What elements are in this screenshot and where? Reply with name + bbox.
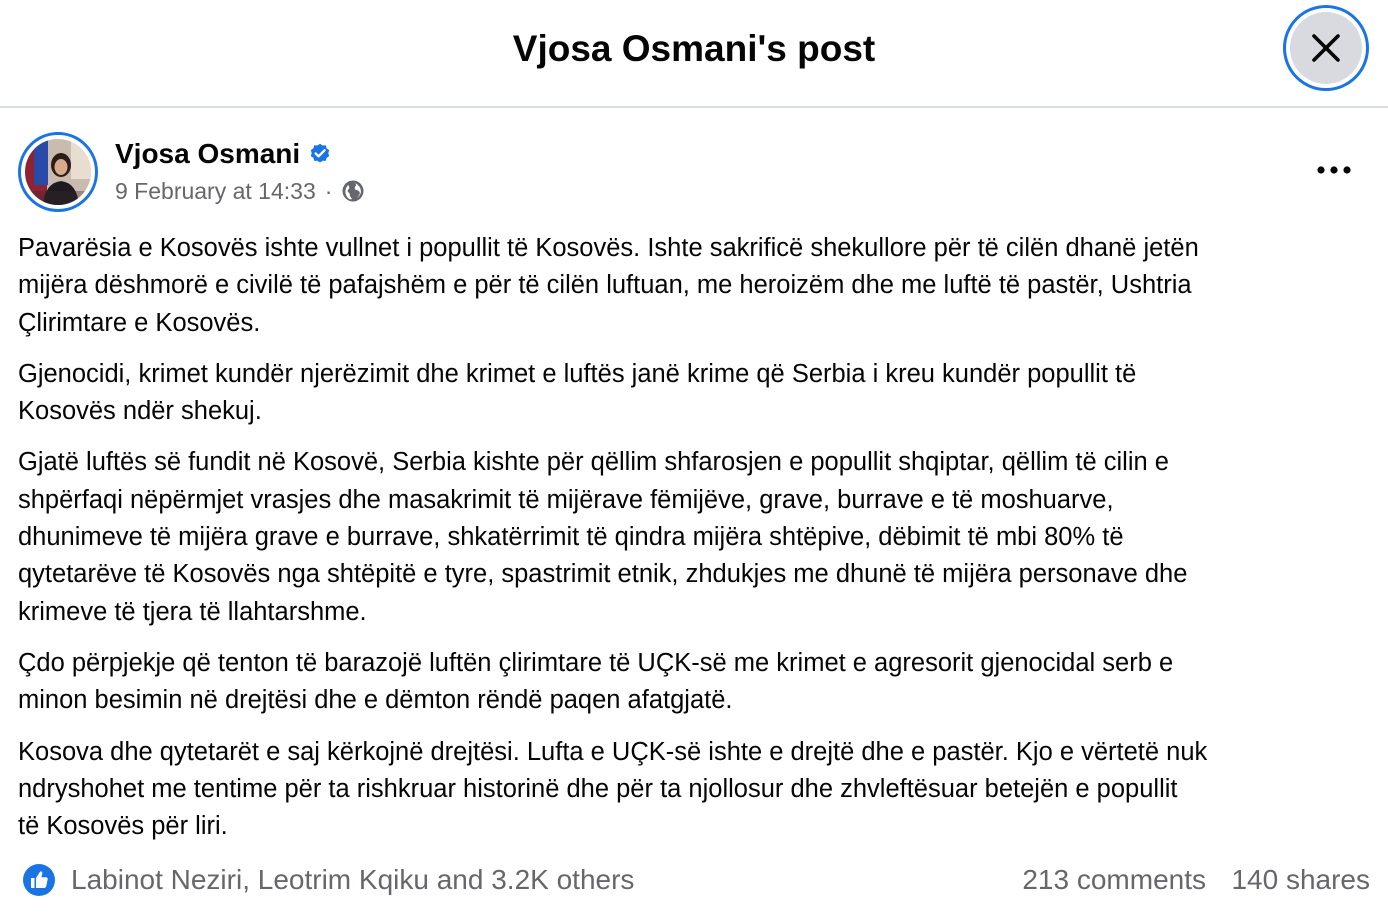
post-timestamp[interactable]: 9 February at 14:33	[115, 176, 316, 206]
author-avatar[interactable]	[18, 132, 98, 212]
post-body: Pavarësia e Kosovës ishte vullnet i popu…	[18, 230, 1370, 859]
post-paragraph: Çdo përpjekje që tenton të barazojë luft…	[18, 645, 1370, 720]
avatar-image[interactable]	[25, 139, 91, 205]
post-line: mijëra dëshmorë e civilë të pafajshëm e …	[18, 271, 1192, 300]
author-name[interactable]: Vjosa Osmani	[115, 136, 300, 172]
meta-separator: ·	[324, 178, 333, 204]
post-line: dhunimeve të mijëra grave e burrave, shk…	[18, 523, 1124, 552]
post-line: krimeve të tjera të llahtarshme.	[18, 597, 367, 626]
post-paragraph: Gjenocidi, krimet kundër njerëzimit dhe …	[18, 356, 1370, 431]
post-line: Gjenocidi, krimet kundër njerëzimit dhe …	[18, 359, 1137, 388]
post-line: Kosova dhe qytetarët e saj kërkojnë drej…	[18, 737, 1208, 766]
reaction-summary[interactable]: Labinot Neziri, Leotrim Kqiku and 3.2K o…	[71, 862, 634, 898]
post-header: Vjosa Osmani 9 February at 14:33 ·	[18, 132, 1368, 216]
post-line: të Kosovës për liri.	[18, 812, 228, 841]
dialog-header: Vjosa Osmani's post	[0, 0, 1388, 108]
close-icon[interactable]	[1309, 31, 1343, 65]
post-line: Kosovës ndër shekuj.	[18, 397, 262, 426]
globe-icon[interactable]	[341, 179, 365, 203]
post-line: shpërfaqi nëpërmjet vrasjes dhe masakrim…	[18, 485, 1114, 514]
more-options-icon[interactable]	[1316, 165, 1352, 175]
post-line: Çlirimtare e Kosovës.	[18, 308, 261, 337]
close-button[interactable]	[1283, 5, 1369, 91]
post-line: Pavarësia e Kosovës ishte vullnet i popu…	[18, 234, 1199, 262]
post-paragraph: Kosova dhe qytetarët e saj kërkojnë drej…	[18, 734, 1370, 846]
post-line: minon besimin në drejtësi dhe e dëmton r…	[18, 686, 733, 715]
close-button-inner[interactable]	[1290, 12, 1362, 84]
avatar-portrait	[25, 139, 91, 205]
post-line: Gjatë luftës së fundit në Kosovë, Serbia…	[18, 448, 1169, 477]
post-paragraph: Pavarësia e Kosovës ishte vullnet i popu…	[18, 230, 1370, 342]
like-icon[interactable]	[22, 863, 56, 897]
post-footer: Labinot Neziri, Leotrim Kqiku and 3.2K o…	[18, 860, 1370, 902]
post-line: qytetarëve të Kosovës nga shtëpitë e tyr…	[18, 560, 1188, 589]
verified-badge-icon	[310, 143, 330, 163]
more-options-button[interactable]	[1308, 150, 1360, 190]
comments-count[interactable]: 213 comments	[1022, 862, 1206, 898]
post-line: ndryshohet me tentime për ta rishkruar h…	[18, 774, 1178, 803]
post-line: Çdo përpjekje që tenton të barazojë luft…	[18, 648, 1174, 677]
post-paragraph: Gjatë luftës së fundit në Kosovë, Serbia…	[18, 444, 1370, 630]
dialog-title: Vjosa Osmani's post	[512, 28, 876, 69]
shares-count[interactable]: 140 shares	[1231, 862, 1370, 898]
post-meta: 9 February at 14:33 ·	[115, 176, 365, 206]
